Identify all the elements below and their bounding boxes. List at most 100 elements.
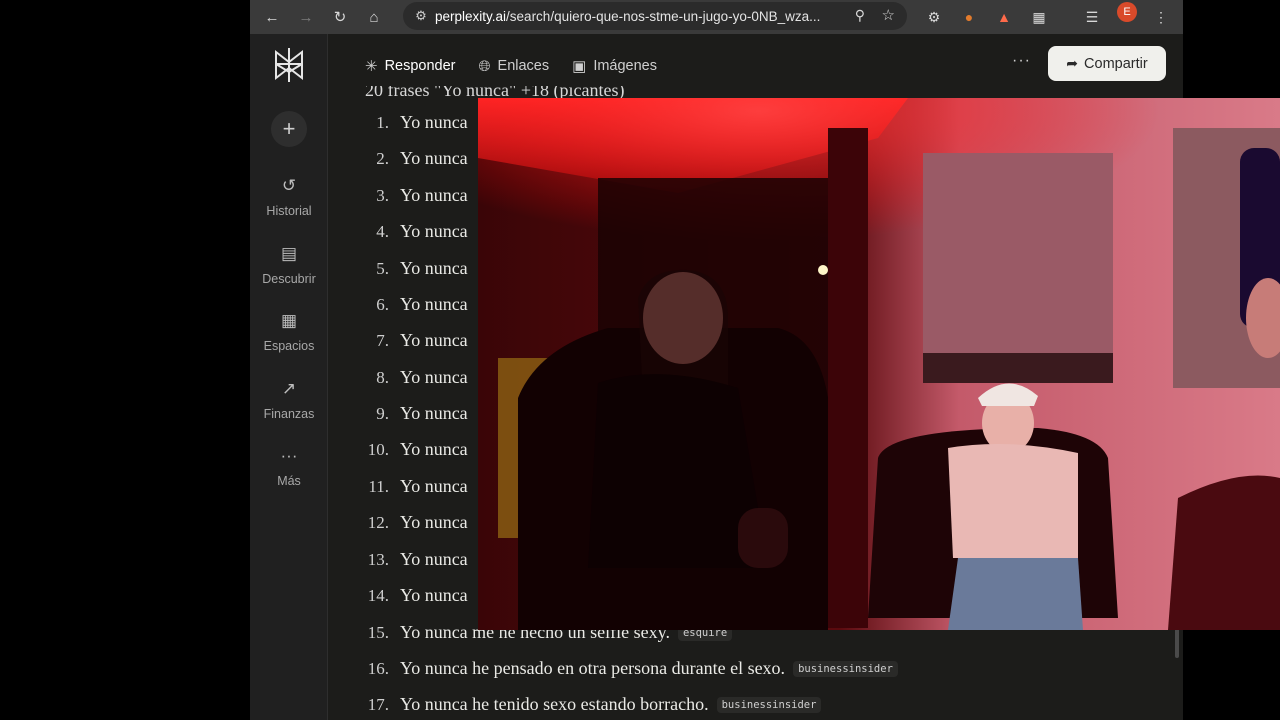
extension-translate-icon[interactable]: ⚙: [922, 5, 946, 29]
list-item-number: 1.: [376, 113, 389, 132]
extension-fox-icon[interactable]: ●: [957, 5, 981, 29]
tab-enlaces[interactable]: 🌐︎ Enlaces: [479, 58, 550, 75]
discover-icon: ▤: [280, 244, 298, 263]
sidebar-item-label: Finanzas: [263, 407, 315, 421]
list-item-number: 13.: [367, 550, 389, 569]
sidebar-item-label: Descubrir: [262, 272, 316, 286]
list-item-text: Yo nunca: [400, 112, 468, 132]
list-item-number: 7.: [376, 331, 389, 350]
roller-blind: [923, 153, 1113, 353]
home-icon[interactable]: ⌂: [362, 5, 386, 29]
list-item: 6. Yo nunca: [328, 294, 468, 324]
profile-avatar[interactable]: E: [1117, 2, 1137, 22]
list-item-number: 8.: [376, 368, 389, 387]
list-item: 9. Yo nunca: [328, 403, 467, 433]
sidebar-item-label: Espacios: [263, 339, 315, 353]
zoom-icon[interactable]: ⚲: [855, 7, 865, 24]
list-item-text: Yo nunca: [400, 439, 468, 459]
man-shirt: [948, 444, 1078, 558]
list-item-number: 5.: [376, 259, 389, 278]
street-light: [818, 265, 828, 275]
share-button[interactable]: ➦ Compartir: [1048, 46, 1166, 81]
source-citation-chip[interactable]: businessinsider: [793, 661, 898, 677]
list-item: 1. Yo nunca: [328, 112, 468, 142]
man-jeans: [948, 558, 1083, 630]
list-item-text: Yo nunca: [400, 585, 468, 605]
new-thread-button[interactable]: +: [271, 111, 307, 147]
list-item: 2. Yo nunca: [328, 148, 468, 178]
reload-icon[interactable]: ↻: [328, 5, 352, 29]
answer-tabs: ✳ Responder 🌐︎ Enlaces ▣ Imágenes: [365, 52, 680, 80]
left-rail: + ↺ Historial ▤ Descubrir ▦ Espacios ↗ F…: [250, 34, 328, 720]
list-item-text: Yo nunca he pensado en otra persona dura…: [400, 658, 786, 678]
sidebar-item-historial[interactable]: ↺ Historial: [250, 176, 328, 218]
sidebar-item-finanzas[interactable]: ↗ Finanzas: [250, 379, 328, 421]
perplexity-logo[interactable]: [272, 46, 306, 84]
tab-responder[interactable]: ✳ Responder: [365, 57, 456, 75]
list-item: 5. Yo nunca: [328, 258, 468, 288]
share-icon: ➦: [1066, 55, 1079, 71]
list-item-number: 6.: [376, 295, 389, 314]
list-item-text: Yo nunca: [400, 549, 468, 569]
spaces-icon: ▦: [280, 311, 298, 330]
list-item: 4. Yo nunca: [328, 221, 468, 251]
window-bottom: [923, 353, 1113, 383]
extension-flame-icon[interactable]: ▲: [992, 5, 1016, 29]
list-item-number: 3.: [376, 186, 389, 205]
finance-icon: ↗: [281, 379, 297, 398]
list-item-number: 15.: [367, 623, 389, 642]
list-item-number: 16.: [367, 659, 389, 678]
list-item-number: 4.: [376, 222, 389, 241]
browser-toolbar: ← → ↻ ⌂ ⚙ perplexity.ai/search/quiero-qu…: [250, 0, 1183, 34]
sidebar-item-mas[interactable]: ··· Más: [250, 446, 328, 488]
list-item-text: Yo nunca: [400, 512, 468, 532]
list-item: 7. Yo nunca: [328, 330, 468, 360]
list-item-number: 10.: [367, 440, 389, 459]
more-options-button[interactable]: ···: [1012, 52, 1031, 70]
list-item: 10. Yo nunca: [328, 439, 468, 469]
list-item-number: 2.: [376, 149, 389, 168]
image-icon: ▣: [572, 58, 587, 75]
list-item: 14. Yo nunca: [328, 585, 468, 615]
extensions-puzzle-icon[interactable]: ▦: [1027, 5, 1051, 29]
answer-icon: ✳: [365, 58, 378, 75]
list-item-text: Yo nunca he tenido sexo estando borracho…: [400, 694, 709, 714]
list-item-number: 11.: [368, 477, 389, 496]
list-item: 11. Yo nunca: [328, 476, 468, 506]
list-item-text: Yo nunca: [400, 294, 468, 314]
list-item: 8. Yo nunca: [328, 367, 468, 397]
bookmark-star-icon[interactable]: ☆: [882, 6, 895, 24]
list-item: 17. Yo nunca he tenido sexo estando borra…: [328, 694, 822, 720]
forward-icon[interactable]: →: [294, 5, 318, 29]
tab-imagenes[interactable]: ▣ Imágenes: [572, 57, 657, 75]
list-item-text: Yo nunca: [400, 330, 468, 350]
list-item: 3. Yo nunca: [328, 185, 468, 215]
list-item-text: Yo nunca: [400, 221, 468, 241]
site-settings-icon[interactable]: ⚙: [407, 8, 435, 24]
history-icon: ↺: [281, 176, 297, 195]
pillow: [1168, 475, 1280, 630]
browser-menu-icon[interactable]: ⋮: [1149, 5, 1173, 29]
sidebar-item-espacios[interactable]: ▦ Espacios: [250, 311, 328, 353]
list-item-text: Yo nunca: [400, 258, 468, 278]
list-item-text: Yo nunca: [400, 185, 468, 205]
media-control-icon[interactable]: ☰: [1080, 5, 1104, 29]
list-item-text: Yo nunca: [400, 476, 468, 496]
list-item-number: 17.: [367, 695, 389, 714]
list-item-text: Yo nunca: [400, 148, 468, 168]
source-citation-chip[interactable]: businessinsider: [716, 697, 822, 713]
list-item: 16. Yo nunca he pensado en otra persona d…: [328, 658, 898, 688]
sidebar-item-descubrir[interactable]: ▤ Descubrir: [250, 244, 328, 286]
list-item: 13. Yo nunca: [328, 549, 468, 579]
list-item-number: 9.: [376, 404, 389, 423]
url-text[interactable]: perplexity.ai/search/quiero-que-nos-stme…: [435, 9, 827, 24]
list-item-number: 14.: [367, 586, 389, 605]
address-bar[interactable]: ⚙ perplexity.ai/search/quiero-que-nos-st…: [403, 2, 907, 30]
back-icon[interactable]: ←: [260, 5, 284, 29]
more-icon: ···: [280, 446, 298, 465]
list-item: 12. Yo nunca: [328, 512, 468, 542]
sidebar-item-label: Historial: [266, 204, 312, 218]
red-curtain: [828, 128, 868, 628]
webcam-overlay: [478, 98, 1280, 630]
list-item-text: Yo nunca: [400, 367, 468, 387]
